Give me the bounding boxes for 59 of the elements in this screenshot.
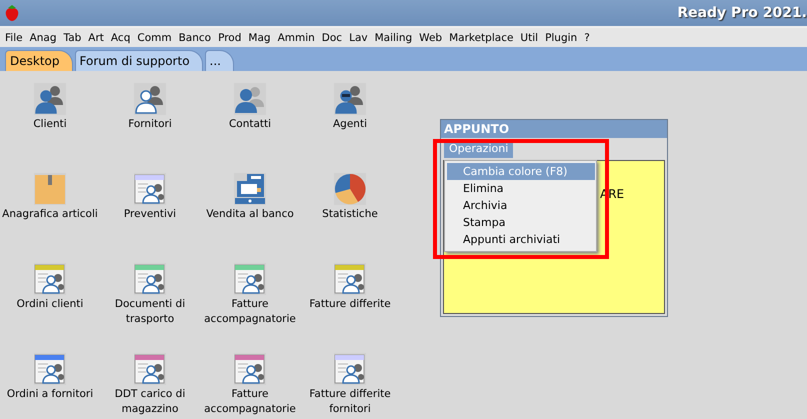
menu-item[interactable]: Prod [218,32,246,44]
icon-label[interactable]: Ordini clienti [16,297,84,312]
icon-label[interactable]: Agenti [333,117,367,132]
menu-option[interactable]: Appunti archiviati [447,231,595,248]
menu-item[interactable]: Doc [322,32,346,44]
document-user-icon[interactable] [134,353,166,385]
note-title: APPUNTO [441,120,667,138]
document-user-icon[interactable] [334,353,366,385]
user-icon[interactable] [234,83,266,115]
menu-item[interactable]: Comm [137,32,176,44]
tab[interactable]: ... [204,50,234,71]
document-user-icon[interactable] [134,173,166,205]
document-user-icon[interactable] [34,353,66,385]
box-icon[interactable] [34,173,66,205]
menu-item[interactable]: Lav [349,32,372,44]
icon-label[interactable]: Fornitori [128,117,172,132]
tab[interactable]: Desktop [5,50,72,71]
menu-item[interactable]: Mailing [374,32,416,44]
menu-item[interactable]: Util [520,32,542,44]
document-user-icon[interactable] [34,263,66,295]
cash-register-icon[interactable] [234,173,266,205]
menu-item[interactable]: Mag [248,32,275,44]
icon-label[interactable]: Fatture accompagnatorie [200,297,300,327]
menu-item[interactable]: Tab [64,32,86,44]
menu-item[interactable]: Marketplace [449,32,518,44]
menu-item[interactable]: File [5,32,27,44]
icon-label[interactable]: Vendita al banco [206,207,294,222]
icon-label[interactable]: Anagrafica articoli [2,207,98,222]
window-title: Ready Pro 2021. [677,5,807,21]
menu-item[interactable]: Ammin [278,32,319,44]
menu-item[interactable]: Banco [178,32,216,44]
icon-label[interactable]: Contatti [228,117,272,132]
icon-label[interactable]: Preventivi [124,207,176,222]
document-user-icon[interactable] [234,353,266,385]
menu-item[interactable]: Web [419,32,446,44]
menu-option[interactable]: Elimina [447,180,595,197]
icon-label[interactable]: Fatture accompagnatorie [200,387,300,417]
icon-label[interactable]: Fatture differite [309,297,391,312]
menu-item[interactable]: Plugin [545,32,582,44]
document-user-icon[interactable] [334,263,366,295]
menu-option[interactable]: Stampa [447,214,595,231]
pie-chart-icon[interactable] [334,173,366,205]
menu-item[interactable]: Art [88,32,108,44]
users-icon[interactable] [334,83,366,115]
menu-item[interactable]: Acq [110,32,134,44]
users-icon[interactable] [134,83,166,115]
menu-item[interactable]: Anag [30,32,61,44]
icon-label[interactable]: Clienti [33,117,67,132]
tab[interactable]: Forum di supporto [74,50,203,71]
icon-label[interactable]: DDT carico di magazzino [100,387,200,417]
document-user-icon[interactable] [234,263,266,295]
icon-label[interactable]: Ordini a fornitori [6,387,94,402]
menu-item[interactable]: ? [584,32,594,44]
document-user-icon[interactable] [134,263,166,295]
icon-label[interactable]: Documenti di trasporto [100,297,200,327]
menu-option[interactable]: Archivia [447,197,595,214]
icon-label[interactable]: Statistiche [322,207,378,222]
strawberry-icon [4,4,20,22]
icon-label[interactable]: Fatture differite fornitori [300,387,400,417]
